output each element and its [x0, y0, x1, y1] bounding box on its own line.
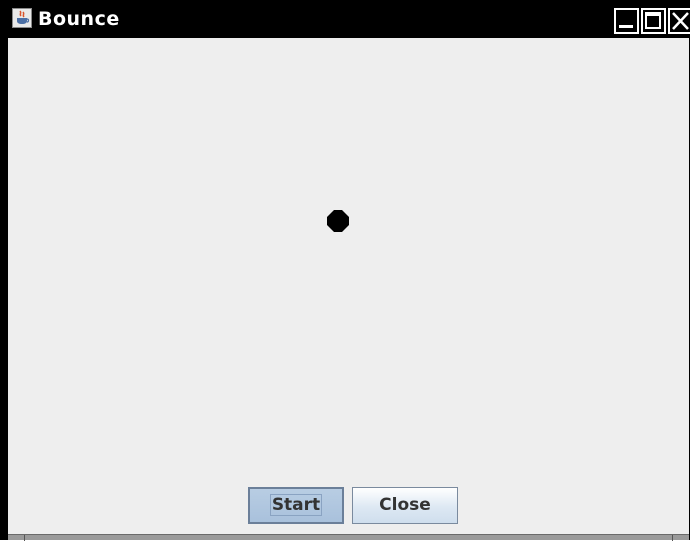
close-icon [672, 12, 689, 30]
close-window-button[interactable] [668, 8, 690, 34]
minimize-icon [619, 25, 633, 28]
ball-canvas [8, 38, 689, 478]
title-bar[interactable]: Bounce [0, 0, 690, 38]
java-cup-icon[interactable] [12, 8, 32, 28]
resize-corner-left [24, 535, 25, 541]
maximize-icon [645, 12, 661, 29]
button-panel: Start Close [8, 478, 689, 534]
window-title: Bounce [38, 8, 120, 30]
start-button[interactable]: Start [248, 487, 344, 524]
close-button-label: Close [379, 495, 431, 515]
minimize-button[interactable] [614, 8, 639, 34]
resize-corner-right [672, 535, 673, 541]
ball [327, 210, 349, 232]
start-button-label: Start [269, 494, 323, 516]
maximize-button[interactable] [641, 8, 666, 34]
bounce-window: Bounce Start Close [0, 0, 690, 541]
window-bottom-border[interactable] [8, 534, 689, 541]
close-button[interactable]: Close [352, 487, 458, 524]
